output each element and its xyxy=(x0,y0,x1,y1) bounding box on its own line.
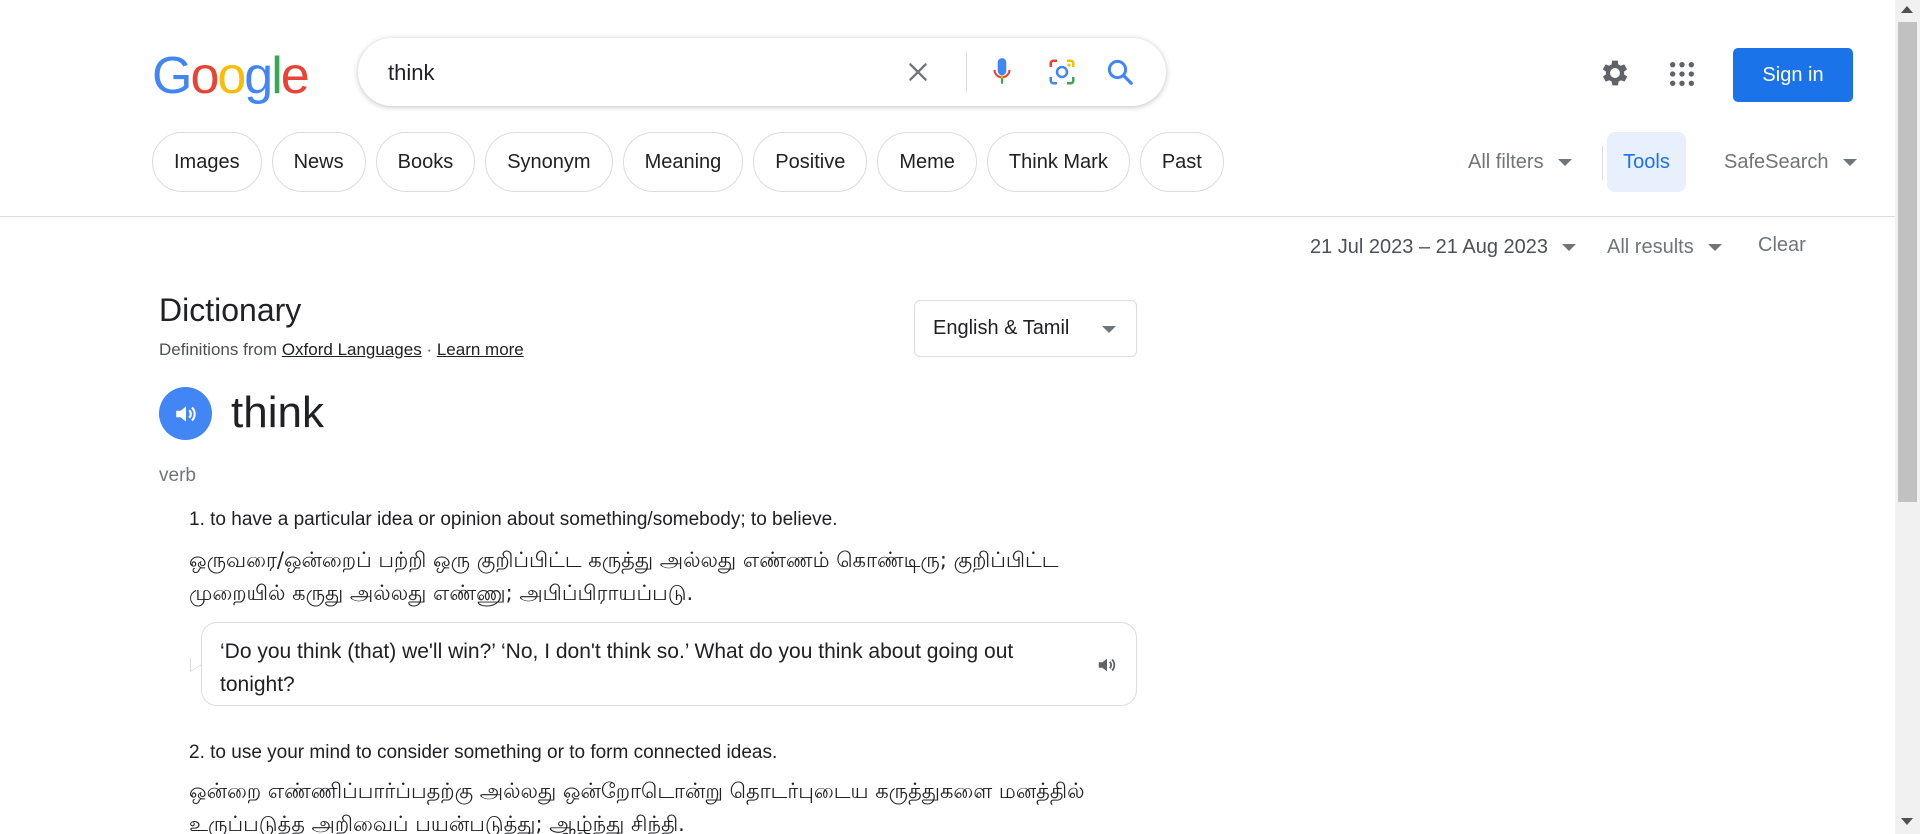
logo-letter: e xyxy=(280,47,310,105)
header-divider xyxy=(0,216,1895,217)
lens-icon[interactable] xyxy=(1046,56,1078,88)
logo-letter: l xyxy=(271,47,282,105)
chip-think-mark[interactable]: Think Mark xyxy=(986,132,1130,192)
date-range-dropdown[interactable]: 21 Jul 2023 – 21 Aug 2023 xyxy=(1310,234,1576,260)
apps-grid-icon[interactable] xyxy=(1668,60,1696,88)
search-icon[interactable] xyxy=(1104,56,1136,88)
scrollbar-thumb[interactable] xyxy=(1898,22,1917,502)
source-separator: · xyxy=(421,340,437,359)
scroll-down-arrow-icon[interactable] xyxy=(1901,818,1913,825)
chip-books[interactable]: Books xyxy=(375,132,476,192)
example-text: ‘Do you think (that) we'll win?’ ‘No, I … xyxy=(220,640,1014,696)
example-bubble: ‘Do you think (that) we'll win?’ ‘No, I … xyxy=(201,622,1137,706)
date-range-label: 21 Jul 2023 – 21 Aug 2023 xyxy=(1310,235,1548,258)
scroll-up-arrow-icon[interactable] xyxy=(1901,6,1913,13)
chip-news[interactable]: News xyxy=(271,132,366,192)
safesearch-dropdown[interactable]: SafeSearch xyxy=(1724,132,1857,192)
chevron-down-icon xyxy=(1102,326,1116,333)
logo-letter: o xyxy=(217,47,246,105)
close-icon[interactable] xyxy=(902,56,934,88)
language-label: English & Tamil xyxy=(933,317,1070,339)
all-filters-dropdown[interactable]: All filters xyxy=(1468,132,1572,192)
all-filters-label: All filters xyxy=(1468,150,1544,173)
all-results-dropdown[interactable]: All results xyxy=(1607,234,1722,260)
chevron-down-icon xyxy=(1557,158,1572,166)
oxford-languages-link[interactable]: Oxford Languages xyxy=(282,340,422,359)
chip-meme[interactable]: Meme xyxy=(877,132,977,192)
logo-letter: o xyxy=(190,47,219,105)
dictionary-source: Definitions from Oxford Languages · Lear… xyxy=(159,340,524,360)
learn-more-link[interactable]: Learn more xyxy=(437,340,524,359)
language-select[interactable]: English & Tamil xyxy=(914,300,1137,357)
chip-images[interactable]: Images xyxy=(152,132,262,192)
gear-icon[interactable] xyxy=(1598,56,1632,90)
tools-button[interactable]: Tools xyxy=(1607,132,1686,192)
microphone-icon[interactable] xyxy=(986,56,1018,88)
speaker-icon xyxy=(175,405,196,422)
search-divider xyxy=(966,52,967,92)
chip-synonym[interactable]: Synonym xyxy=(485,132,613,192)
definition-2-tamil: ஒன்றை எண்ணிப்பார்ப்பதற்கு அல்லது ஒன்றோடொ… xyxy=(189,779,1085,834)
chip-past[interactable]: Past xyxy=(1139,132,1224,192)
chevron-down-icon xyxy=(1842,158,1857,166)
definition-1-tamil: ஒருவரை/ஒன்றைப் பற்றி ஒரு குறிப்பிட்ட கரு… xyxy=(189,548,1059,605)
google-logo[interactable]: Google xyxy=(152,47,310,105)
search-input[interactable]: think xyxy=(388,60,434,86)
chip-positive[interactable]: Positive xyxy=(753,132,868,192)
definition-2: 2. to use your mind to consider somethin… xyxy=(189,742,778,763)
headword: think xyxy=(231,388,324,437)
search-box[interactable]: think xyxy=(358,38,1166,106)
chip-meaning[interactable]: Meaning xyxy=(622,132,744,192)
chevron-down-icon xyxy=(1707,243,1722,251)
sign-in-button[interactable]: Sign in xyxy=(1733,48,1853,102)
part-of-speech: verb xyxy=(159,465,196,486)
dictionary-title: Dictionary xyxy=(159,292,302,328)
speaker-icon[interactable] xyxy=(1096,654,1118,676)
chevron-down-icon xyxy=(1562,243,1576,251)
safesearch-label: SafeSearch xyxy=(1724,150,1829,173)
all-results-label: All results xyxy=(1607,235,1694,258)
clear-tools-link[interactable]: Clear xyxy=(1758,234,1806,260)
definition-1: 1. to have a particular idea or opinion … xyxy=(189,509,838,530)
logo-letter: G xyxy=(152,47,192,105)
toolbar-divider xyxy=(1602,146,1603,180)
logo-letter: g xyxy=(244,47,273,105)
pronounce-button[interactable] xyxy=(159,387,212,440)
source-prefix: Definitions from xyxy=(159,340,282,359)
filter-chips: Images News Books Synonym Meaning Positi… xyxy=(152,132,1224,192)
